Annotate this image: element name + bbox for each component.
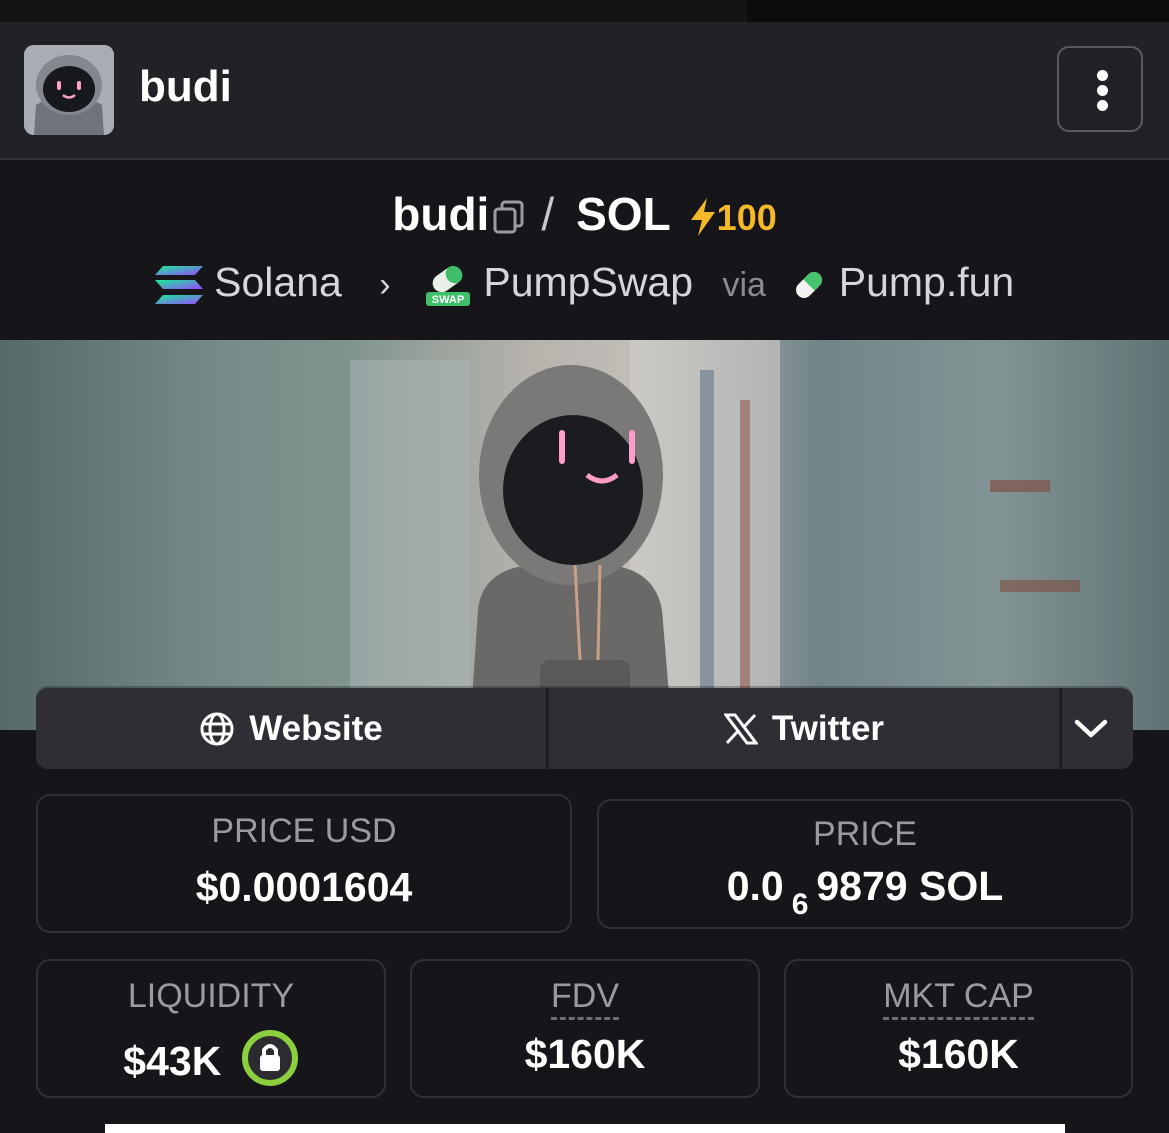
solana-icon [154,266,203,305]
token-title: budi [139,62,232,111]
price-usd-label: PRICE USD [211,812,397,850]
mkt-cap-label: MKT CAP [786,977,1131,1020]
pair-separator: / [541,188,555,240]
globe-icon [200,712,234,745]
price-usd-card: PRICE USD $0.0001604 [36,794,572,933]
status-strip [0,0,1169,22]
pumpswap-icon: SWAP [425,266,470,307]
more-links-button[interactable] [1062,688,1133,769]
price-native-unit: SOL [919,863,1004,909]
token-banner [0,340,1169,730]
price-native-value: 0.0 6 9879 SOL [599,863,1131,921]
chain-link[interactable]: Solana [214,259,342,305]
fdv-value: $160K [524,1031,646,1077]
svg-text:SWAP: SWAP [432,294,464,306]
base-symbol: budi [392,188,490,240]
token-avatar[interactable] [24,45,114,135]
liquidity-card: LIQUIDITY $43K [36,959,386,1098]
liquidity-value-row: $43K [38,1029,384,1087]
launchpad-link[interactable]: Pump.fun [839,259,1015,305]
price-usd-value: $0.0001604 [195,864,413,910]
lightning-icon [690,198,715,236]
price-native-zeros: 6 [791,888,809,921]
more-menu-button[interactable] [1057,46,1143,132]
liquidity-label: LIQUIDITY [127,977,295,1015]
pill-icon [796,272,823,299]
via-label: via [722,266,766,304]
dex-link[interactable]: PumpSwap [483,259,693,305]
price-native-card: PRICE 0.0 6 9879 SOL [597,799,1133,929]
bottom-bar [105,1124,1065,1133]
quote-symbol: SOL [576,188,671,240]
chevron-right-icon: › [379,266,391,304]
price-native-label: PRICE [813,815,917,853]
price-native-prefix: 0.0 [726,863,784,909]
pair-title: budi / SOL 100 [0,186,1169,246]
fdv-label: FDV [412,977,758,1020]
website-label: Website [249,708,383,748]
route-row: Solana › SWAP PumpSwap via Pump.fun [0,254,1169,313]
more-vertical-icon [1097,70,1108,81]
fdv-card: FDV $160K [410,959,760,1098]
price-native-digits: 9879 [816,863,908,909]
twitter-button[interactable]: Twitter [549,688,1059,769]
boost-badge[interactable]: 100 [689,197,777,238]
token-header: budi [0,22,1169,160]
pair-info: budi / SOL 100 Solana › SWAP PumpSwap via P… [0,160,1169,340]
boost-value: 100 [716,197,777,238]
mkt-cap-card: MKT CAP $160K [784,959,1133,1098]
x-logo-icon [723,713,758,744]
website-button[interactable]: Website [36,688,546,769]
copy-icon[interactable] [493,190,525,246]
chevron-down-icon [1074,719,1107,737]
lock-icon[interactable] [241,1029,299,1087]
twitter-label: Twitter [771,708,885,748]
liquidity-value: $43K [123,1038,222,1084]
social-links-bar: Website Twitter [36,688,1133,769]
mkt-cap-value: $160K [898,1031,1019,1077]
